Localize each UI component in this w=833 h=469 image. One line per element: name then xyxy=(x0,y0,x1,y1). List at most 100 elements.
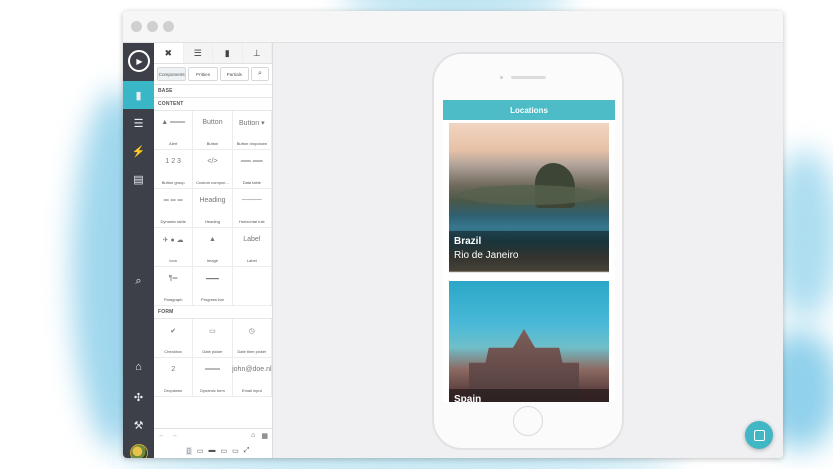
tab-sitemap[interactable]: ⊥ xyxy=(242,43,272,63)
component-progress-bar[interactable]: ━━━ Progress bar xyxy=(193,267,233,306)
component-alert[interactable]: ▲ ═══ Alert xyxy=(154,111,194,150)
phone-preview: Locations Brazil Rio de Janeiro Spain xyxy=(432,52,624,450)
rail-search[interactable]: ⌕ xyxy=(123,267,154,295)
panel-tabs: ✖ ☰ ▮ ⊥ xyxy=(154,43,272,64)
component-button-group[interactable]: 1 2 3 Button group xyxy=(154,150,194,189)
rail-tools[interactable]: ⚒ xyxy=(123,411,154,439)
tab-pages[interactable]: ▮ xyxy=(213,43,243,63)
play-button[interactable]: ▶ xyxy=(123,47,154,75)
phone-camera xyxy=(500,76,503,79)
component-email-input[interactable]: john@doe.nl Email input xyxy=(232,358,272,397)
location-card[interactable]: Spain xyxy=(449,281,609,402)
rail-data[interactable]: ☰ xyxy=(123,109,154,137)
component-date-time-picker[interactable]: ◷ Date time picker xyxy=(232,319,272,358)
maximize-window-button[interactable] xyxy=(163,21,174,32)
component-label: Date time picker xyxy=(237,349,267,354)
tab-components[interactable]: ✖ xyxy=(154,43,184,63)
component-icon[interactable]: ✈ ● ☁ Icon xyxy=(154,228,194,267)
card-caption: Spain xyxy=(449,389,609,402)
section-form[interactable]: FORM xyxy=(154,306,272,319)
subtab-components[interactable]: Components xyxy=(157,67,187,81)
search-icon: ⌕ xyxy=(135,274,142,287)
play-icon: ▶ xyxy=(127,50,150,72)
spain-image xyxy=(449,281,609,402)
component-label[interactable]: Label Label xyxy=(232,228,272,267)
location-card[interactable]: Brazil Rio de Janeiro xyxy=(449,123,609,273)
tools-icon: ⚒ xyxy=(133,419,144,432)
component-thumbnail: ═ ═ ═ xyxy=(163,197,183,204)
component-thumbnail: </> xyxy=(207,158,218,165)
grid-icon[interactable]: ▦ xyxy=(261,432,268,440)
component-label: Label xyxy=(246,258,257,263)
user-avatar-button[interactable] xyxy=(123,439,154,458)
component-label: Horizontal rule xyxy=(238,219,265,224)
component-label: Custom compon... xyxy=(196,180,229,185)
component-empty xyxy=(232,267,272,306)
rail-actions[interactable]: ⚡ xyxy=(123,137,154,165)
component-thumbnail: Heading xyxy=(199,197,226,204)
panel-bottom-bar: ← → ⌂ ▦ ▯ ▭ ▬ ▭ ▭ ⤢ xyxy=(154,428,272,458)
phone-screen: Locations Brazil Rio de Janeiro Spain xyxy=(443,100,615,402)
sitemap-icon: ✣ xyxy=(133,391,144,404)
component-thumbnail: john@doe.nl xyxy=(232,366,272,373)
section-content[interactable]: CONTENT xyxy=(154,98,272,111)
component-thumbnail: ──── xyxy=(241,197,262,204)
device-laptop-icon[interactable]: ▭ xyxy=(220,447,227,455)
device-tablet-icon[interactable]: ▬ xyxy=(208,447,215,455)
component-data-table[interactable]: ══ ══ Data table xyxy=(232,150,272,189)
component-label: Checkbox xyxy=(164,349,183,354)
tools-icon: ✖ xyxy=(164,47,173,58)
section-base[interactable]: BASE xyxy=(154,85,272,98)
chat-launcher-button[interactable] xyxy=(745,421,773,449)
form-components-grid: ✔ Checkbox ▭ Date picker ◷ Date time picker 2 D… xyxy=(154,319,272,397)
component-button[interactable]: Button Button xyxy=(193,111,233,150)
component-date-picker[interactable]: ▭ Date picker xyxy=(193,319,233,358)
minimize-window-button[interactable] xyxy=(147,21,158,32)
component-label: Icon xyxy=(169,258,177,263)
subtab-partials[interactable]: Partials xyxy=(219,67,249,81)
component-custom-compon[interactable]: </> Custom compon... xyxy=(193,150,233,189)
component-thumbnail: ▭ xyxy=(209,328,216,335)
component-dropdown[interactable]: 2 Dropdown xyxy=(154,358,194,397)
phone-home-button xyxy=(513,406,543,436)
component-heading[interactable]: Heading Heading xyxy=(193,189,233,228)
tab-data[interactable]: ☰ xyxy=(183,43,213,63)
database-icon: ☰ xyxy=(133,117,144,130)
component-label: Dynamic form xyxy=(200,388,225,393)
store-icon[interactable]: ⌂ xyxy=(251,432,255,440)
component-dynamic-table[interactable]: ═ ═ ═ Dynamic table xyxy=(154,189,194,228)
file-icon: ▮ xyxy=(224,47,230,58)
title-bar xyxy=(123,11,783,43)
rail-models[interactable]: ▤ xyxy=(123,165,154,193)
component-thumbnail: Button xyxy=(202,119,223,126)
rail-store[interactable]: ⌂ xyxy=(123,353,154,381)
component-paragraph[interactable]: ¶═ Paragraph xyxy=(154,267,194,306)
close-window-button[interactable] xyxy=(131,21,142,32)
undo-icon[interactable]: ← xyxy=(158,432,165,439)
card-caption: Brazil Rio de Janeiro xyxy=(449,231,609,271)
component-dynamic-form[interactable]: ═══ Dynamic form xyxy=(193,358,233,397)
page-icon: ▮ xyxy=(135,89,142,102)
device-phone-landscape-icon[interactable]: ▭ xyxy=(197,447,204,455)
component-checkbox[interactable]: ✔ Checkbox xyxy=(154,319,194,358)
component-label: Dropdown xyxy=(164,388,183,393)
store-icon: ⌂ xyxy=(135,361,142,373)
device-phone-icon[interactable]: ▯ xyxy=(186,447,192,455)
rail-sitemap[interactable]: ✣ xyxy=(123,383,154,411)
redo-icon[interactable]: → xyxy=(171,432,178,439)
component-horizontal-rule[interactable]: ──── Horizontal rule xyxy=(232,189,272,228)
card-city: Rio de Janeiro xyxy=(454,250,519,261)
component-label: Date picker xyxy=(202,349,223,354)
search-components-button[interactable]: ⌕ xyxy=(250,67,269,81)
chat-icon xyxy=(753,429,765,441)
component-thumbnail: ✔ xyxy=(170,328,177,335)
fullscreen-icon[interactable]: ⤢ xyxy=(244,447,250,455)
subtab-pritties[interactable]: Pritties xyxy=(188,67,218,81)
component-thumbnail: ✈ ● ☁ xyxy=(162,237,184,244)
device-desktop-icon[interactable]: ▭ xyxy=(232,447,239,455)
component-button-dropdown[interactable]: Button ▾ Button dropdown xyxy=(232,111,272,150)
component-image[interactable]: ▲ Image xyxy=(193,228,233,267)
panel-subtabs: Components Pritties Partials ⌕ xyxy=(154,64,272,85)
rail-pages[interactable]: ▮ xyxy=(123,81,154,109)
design-canvas[interactable]: Locations Brazil Rio de Janeiro Spain xyxy=(273,43,783,458)
